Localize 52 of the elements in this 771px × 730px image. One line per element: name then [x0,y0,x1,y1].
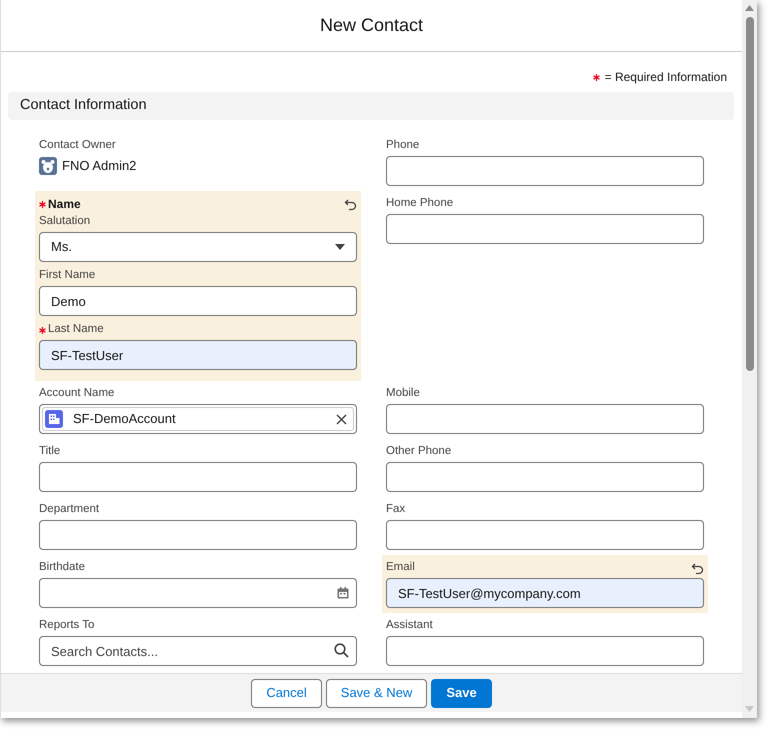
date-field[interactable] [39,578,357,608]
text-field[interactable] [386,404,704,434]
scrollbar[interactable] [742,0,757,718]
field-label: Fax [386,502,406,518]
text-field[interactable] [386,636,704,666]
search-field[interactable]: Search Contacts... [39,636,357,666]
section-header[interactable]: Contact Information [8,92,734,120]
section-title: Contact Information [20,96,147,116]
field-label: Department [39,502,100,518]
text-field[interactable] [386,520,704,550]
undo-icon[interactable] [344,198,357,210]
text-field[interactable] [386,214,704,244]
save-button[interactable]: Save [431,678,492,708]
select-field[interactable]: Ms. [39,232,357,262]
record-name: SF-DemoAccount [73,410,177,428]
text-field[interactable] [386,462,704,492]
close-icon[interactable] [336,414,347,424]
field-label: Phone [386,138,420,154]
calendar-icon[interactable] [337,587,349,599]
user-avatar-icon [39,157,57,175]
account-icon [45,410,63,428]
field-label: Account Name [39,386,114,402]
field-label: Title [39,444,60,460]
text-field[interactable]: SF-TestUser@mycompany.com [386,578,704,608]
field-label: Name [48,196,81,213]
scroll-up-icon[interactable] [745,5,754,11]
text-field[interactable] [386,156,704,186]
text-field[interactable]: Demo [39,286,357,316]
field-label: Last Name [48,322,104,338]
text-field[interactable] [39,520,357,550]
undo-icon[interactable] [691,562,704,574]
caret-icon [335,244,345,250]
required-note: = Required Information [604,69,728,86]
required-icon [592,74,600,80]
field-label: Birthdate [39,560,86,576]
footer-button[interactable]: Save & New [326,678,428,708]
field-label: Assistant [386,618,433,634]
text-field[interactable] [39,462,357,492]
field-label: Salutation [39,214,90,230]
scrollbar-thumb[interactable] [746,17,754,371]
field-label: Mobile [386,386,420,402]
field-label: Other Phone [386,444,452,460]
search-icon[interactable] [334,643,349,658]
field-label: Reports To [39,618,94,634]
field-label: Contact Owner [39,138,116,154]
footer-button[interactable]: Cancel [251,678,322,708]
field-label: Home Phone [386,196,454,212]
field-label: Email [386,560,415,576]
text-field[interactable]: SF-TestUser [39,340,357,370]
owner-name[interactable]: FNO Admin2 [62,156,136,176]
field-label: First Name [39,268,96,284]
modal-title: New Contact [320,14,424,37]
